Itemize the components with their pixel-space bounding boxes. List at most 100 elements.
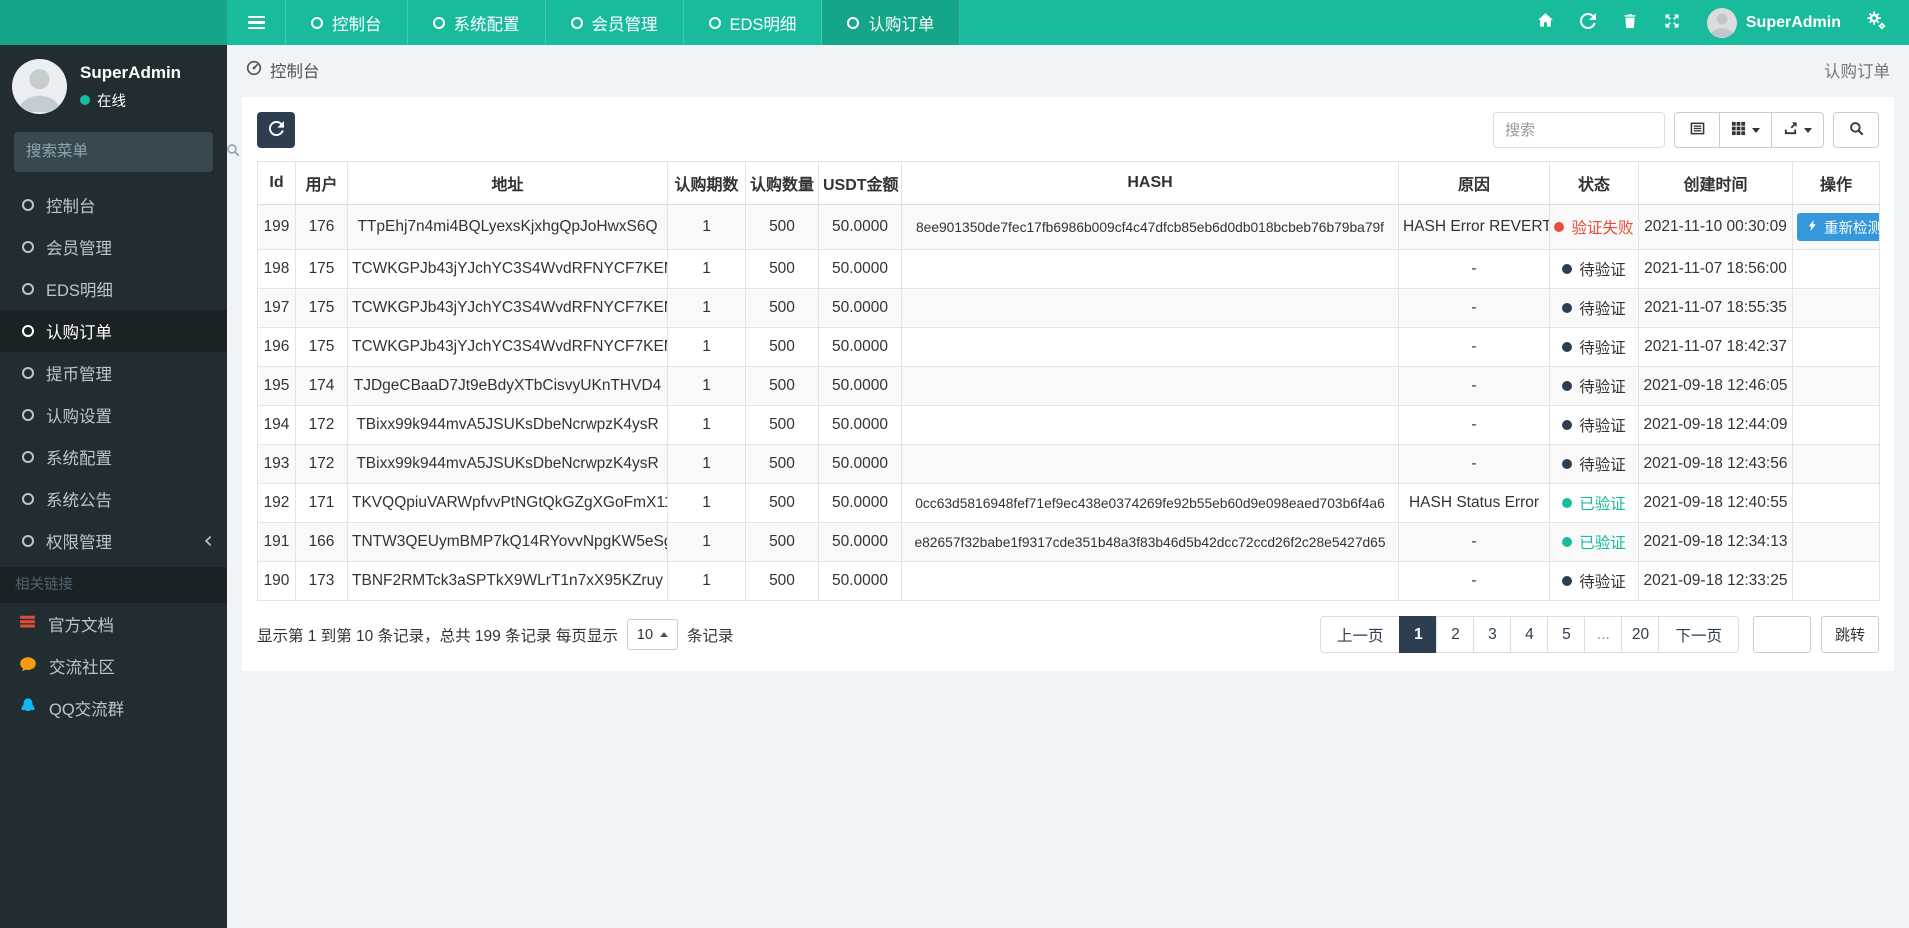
cogs-icon [1866,11,1886,34]
cell-quantity: 500 [745,366,819,406]
fullscreen-button[interactable] [1651,0,1693,45]
cell-created-time: 2021-09-18 12:34:13 [1638,522,1793,562]
page-title: 认购订单 [1824,63,1890,81]
sidebar-menu-item[interactable]: 认购设置 ‹ [0,394,227,436]
main-content: 控制台 认购订单 搜索 Id 用户 地址 认购期数 认购数量 USDT金额 HA… [227,45,1909,928]
page-number-button[interactable]: 5 [1547,616,1586,653]
next-page-button[interactable]: 下一页 [1658,616,1739,653]
cell-reason: HASH Error REVERT [1398,204,1550,250]
recheck-button[interactable]: 重新检测 [1797,213,1879,241]
table-view-buttons [1674,112,1824,148]
sidebar-menu-item[interactable]: 提币管理 ‹ [0,352,227,394]
cell-hash: 8ee901350de7fec17fb6986b009cf4c47dfcb85e… [901,204,1399,250]
cell-address: TBixx99k944mvA5JSUKsDbeNcrwpzK4ysR [347,405,668,445]
sidebar-link-label: QQ交流群 [49,701,125,719]
cell-period: 1 [667,561,746,601]
refresh-button-top[interactable] [1567,0,1609,45]
page-number-button[interactable]: 3 [1473,616,1512,653]
status-label: 待验证 [1579,574,1626,591]
advanced-search-button[interactable] [1833,112,1879,148]
cell-usdt-amount: 50.0000 [818,366,902,406]
cell-address: TCWKGPJb43jYJchYC3S4WvdRFNYCF7KEMg [347,249,668,289]
cell-reason: - [1398,561,1550,601]
prev-page-button[interactable]: 上一页 [1319,616,1401,653]
chevron-left-icon: ‹ [203,526,213,555]
table-search-input[interactable] [1493,112,1665,148]
page-size-select[interactable]: 10 [626,619,679,650]
sidebar-menu-item[interactable]: EDS明细 ‹ [0,268,227,310]
cell-status: 已验证 [1549,522,1639,562]
cell-hash [901,249,1399,289]
sidebar-menu-item[interactable]: 系统公告 ‹ [0,478,227,520]
sidebar-link-docs[interactable]: 官方文档 [0,603,227,645]
page-number-button[interactable]: 2 [1436,616,1475,653]
sidebar-toggle[interactable] [227,0,285,45]
cell-period: 1 [667,327,746,367]
breadcrumb[interactable]: 控制台 [246,58,320,82]
related-links-header: 相关链接 [0,567,227,603]
jump-page-input[interactable] [1752,616,1811,653]
page-number-button[interactable]: 20 [1621,616,1660,653]
page-number-button[interactable]: 4 [1510,616,1549,653]
clear-cache-button[interactable] [1609,0,1651,45]
column-header: 认购期数 [667,161,746,205]
cell-quantity: 500 [745,405,819,445]
sidebar-menu: 控制台 ‹ 会员管理 ‹ EDS明细 ‹ 认购订单 ‹ 提币管理 ‹ 认购设置 … [0,184,227,562]
chevron-down-icon [1752,127,1760,133]
circle-icon [708,16,721,29]
refresh-table-button[interactable] [257,112,295,148]
user-menu[interactable]: SuperAdmin [1693,7,1855,38]
column-header: USDT金额 [818,161,902,205]
page-size-value: 10 [636,626,654,643]
export-button[interactable] [1771,112,1824,148]
cell-action [1792,561,1880,601]
jump-button[interactable]: 跳转 [1820,616,1879,653]
sidebar-user-panel: SuperAdmin 在线 [0,45,227,126]
sidebar-menu-item[interactable]: 权限管理 ‹ [0,520,227,562]
home-button[interactable] [1525,0,1567,45]
cell-action [1792,327,1880,367]
menu-search-input[interactable] [26,143,226,161]
cell-reason: - [1398,249,1550,289]
sidebar-menu-item[interactable]: 会员管理 ‹ [0,226,227,268]
search-icon [226,143,240,161]
top-nav-tab[interactable]: 认购订单 [822,0,961,45]
top-nav-tab[interactable]: 控制台 [285,0,408,45]
column-header: 操作 [1792,161,1880,205]
circle-icon [432,16,445,29]
cell-quantity: 500 [745,483,819,523]
summary-suffix: 条记录 [687,627,734,645]
sidebar-menu-item[interactable]: 控制台 ‹ [0,184,227,226]
circle-icon [22,493,34,505]
cell-id: 196 [257,327,296,367]
column-header: 状态 [1549,161,1639,205]
status-badge: 待验证 [1562,297,1626,319]
sidebar-menu-item[interactable]: 系统配置 ‹ [0,436,227,478]
bolt-icon [1806,219,1819,236]
top-nav-tab[interactable]: 会员管理 [546,0,684,45]
cell-id: 190 [257,561,296,601]
sidebar-item-label: 系统公告 [46,492,112,510]
top-nav-tab[interactable]: EDS明细 [684,0,823,45]
columns-button[interactable] [1719,112,1772,148]
sidebar-menu-item[interactable]: 认购订单 ‹ [0,310,227,352]
cell-action [1792,405,1880,445]
cell-period: 1 [667,366,746,406]
cell-quantity: 500 [745,249,819,289]
cell-created-time: 2021-09-18 12:43:56 [1638,444,1793,484]
status-badge: 待验证 [1562,414,1626,436]
toggle-view-button[interactable] [1674,112,1720,148]
settings-button[interactable] [1855,0,1897,45]
circle-icon [22,283,34,295]
sidebar-link-community[interactable]: 交流社区 [0,645,227,687]
cell-quantity: 500 [745,288,819,328]
qq-icon [19,697,37,720]
doc-list-icon [19,613,36,635]
top-nav-tab[interactable]: 系统配置 [408,0,546,45]
cell-quantity: 500 [745,444,819,484]
cell-usdt-amount: 50.0000 [818,405,902,445]
cell-address: TTpEhj7n4mi4BQLyexsKjxhgQpJoHwxS6Q [347,204,668,250]
cell-address: TCWKGPJb43jYJchYC3S4WvdRFNYCF7KEMg [347,327,668,367]
page-number-button[interactable]: 1 [1399,616,1438,653]
sidebar-link-qq-group[interactable]: QQ交流群 [0,687,227,729]
